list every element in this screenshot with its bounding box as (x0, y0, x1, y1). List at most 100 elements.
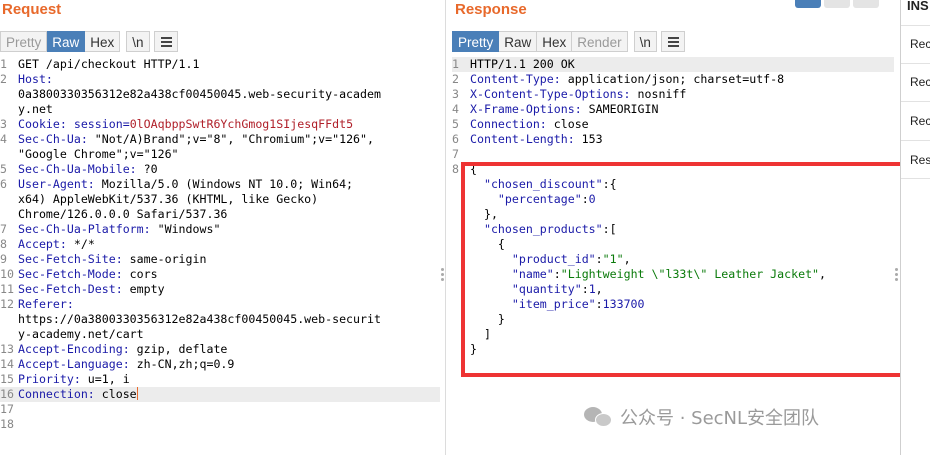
line-content: Referer: (18, 297, 74, 312)
code-line: 7 Sec-Ch-Ua-Platform: "Windows" (0, 222, 440, 237)
inspector-item[interactable]: Rec (910, 114, 930, 128)
code-line: 4 Sec-Ch-Ua: "Not/A)Brand";v="8", "Chromi… (0, 132, 440, 147)
line-content: HTTP/1.1 200 OK (470, 57, 575, 72)
header-name: Connection: (18, 387, 95, 401)
line-number: 2 (0, 72, 7, 86)
line-text: same-origin (122, 252, 207, 266)
line-text: cors (122, 267, 158, 281)
request-newline-toggle[interactable]: \n (126, 31, 150, 52)
menu-icon-bar (667, 41, 679, 43)
line-number: 5 (0, 162, 7, 176)
line-content: x64) AppleWebKit/537.36 (KHTML, like Gec… (18, 192, 318, 207)
header-name: Sec-Ch-Ua: (18, 132, 88, 146)
line-number: 1 (452, 57, 459, 71)
text-caret (136, 387, 138, 400)
line-text: 153 (574, 132, 603, 146)
line-content: https://0a3800330356312e82a438cf00450045… (18, 312, 381, 327)
code-line: 9 Sec-Fetch-Site: same-origin (0, 252, 440, 267)
code-line: y-academy.net/cart (0, 327, 440, 342)
line-content: Connection: close (470, 117, 589, 132)
header-name: User-Agent: (18, 177, 95, 191)
code-line: 5 Sec-Ch-Ua-Mobile: ?0 (0, 162, 440, 177)
response-menu-button[interactable] (660, 31, 685, 52)
watermark-text: 公众号 · SecNL安全团队 (620, 408, 820, 429)
divider (901, 178, 930, 179)
request-tab-hex[interactable]: Hex (85, 31, 121, 52)
divider (901, 25, 930, 26)
line-number: 14 (0, 357, 14, 371)
code-line: 10 Sec-Fetch-Mode: cors (0, 267, 440, 282)
request-resize-grip[interactable] (441, 268, 444, 283)
line-text: x64) AppleWebKit/537.36 (KHTML, like Gec… (18, 192, 319, 206)
code-line: 11 Sec-Fetch-Dest: empty (0, 282, 440, 297)
line-number: 13 (0, 342, 14, 356)
header-name: Sec-Fetch-Mode: (18, 267, 123, 281)
line-content: Sec-Ch-Ua-Mobile: ?0 (18, 162, 158, 177)
line-text: y-academy.net/cart (18, 327, 144, 341)
line-text: "Not/A)Brand";v="8", "Chromium";v="126", (87, 132, 374, 146)
header-name: X-Frame-Options: (470, 102, 582, 116)
response-toolbar: Pretty Raw Hex Render \n (452, 31, 685, 52)
line-content: X-Frame-Options: SAMEORIGIN (470, 102, 658, 117)
line-content: Sec-Fetch-Dest: empty (18, 282, 165, 297)
line-text: nosniff (630, 87, 687, 101)
header-name: Accept-Language: (18, 357, 130, 371)
line-number: 5 (452, 117, 459, 131)
line-content: y-academy.net/cart (18, 327, 144, 342)
line-text: */* (66, 237, 95, 251)
line-content: User-Agent: Mozilla/5.0 (Windows NT 10.0… (18, 177, 353, 192)
code-line: 6 User-Agent: Mozilla/5.0 (Windows NT 10.… (0, 177, 440, 192)
menu-icon-bar (160, 45, 172, 47)
line-text: Chrome/126.0.0.0 Safari/537.36 (18, 207, 228, 221)
code-line: 3 X-Content-Type-Options: nosniff (452, 87, 894, 102)
line-number: 4 (452, 102, 459, 116)
response-tab-pretty[interactable]: Pretty (452, 31, 500, 52)
layout-split-button[interactable] (795, 0, 821, 8)
response-tab-hex[interactable]: Hex (537, 31, 573, 52)
request-tab-raw[interactable]: Raw (47, 31, 86, 52)
menu-icon (160, 37, 172, 39)
response-newline-toggle[interactable]: \n (633, 31, 657, 52)
layout-horizontal-button[interactable] (824, 0, 850, 8)
line-content: Content-Length: 153 (470, 132, 603, 147)
line-content: Accept: */* (18, 237, 95, 252)
request-menu-button[interactable] (153, 31, 178, 52)
line-text: Mozilla/5.0 (Windows NT 10.0; Win64; (94, 177, 354, 191)
code-line: x64) AppleWebKit/537.36 (KHTML, like Gec… (0, 192, 440, 207)
header-name: Sec-Ch-Ua-Mobile: (18, 162, 137, 176)
header-name: Connection: (470, 117, 547, 131)
header-name: Sec-Fetch-Site: (18, 252, 123, 266)
line-text: https://0a3800330356312e82a438cf00450045… (18, 312, 381, 326)
menu-icon (667, 37, 679, 39)
code-line: 8 Accept: */* (0, 237, 440, 252)
line-number: 11 (0, 282, 14, 296)
line-text: gzip, deflate (129, 342, 228, 356)
line-content: Content-Type: application/json; charset=… (470, 72, 784, 87)
line-content: Priority: u=1, i (18, 372, 130, 387)
line-content: Cookie: session=0lOAqbppSwtR6YchGmog1SIj… (18, 117, 353, 132)
line-text: HTTP/1.1 200 OK (470, 57, 575, 71)
request-editor[interactable]: 1 GET /api/checkout HTTP/1.1 2 Host: 0a38003… (0, 57, 440, 432)
request-title: Request (2, 1, 62, 18)
code-line: 6 Content-Length: 153 (452, 132, 894, 147)
line-content: X-Content-Type-Options: nosniff (470, 87, 686, 102)
inspector-item[interactable]: Res (910, 153, 930, 167)
code-line: 7 (452, 147, 894, 162)
header-name: Content-Length: (470, 132, 575, 146)
inspector-item[interactable]: Rec (910, 75, 930, 89)
code-line: 14 Accept-Language: zh-CN,zh;q=0.9 (0, 357, 440, 372)
response-tab-render[interactable]: Render (572, 31, 628, 52)
code-line: 18 (0, 417, 440, 432)
line-content: Host: (18, 72, 53, 87)
request-tab-pretty[interactable]: Pretty (0, 31, 48, 52)
layout-vertical-button[interactable] (853, 0, 879, 8)
line-number: 3 (0, 117, 7, 131)
code-line: 5 Connection: close (452, 117, 894, 132)
inspector-item[interactable]: Rec (910, 37, 930, 51)
line-content: Sec-Ch-Ua-Platform: "Windows" (18, 222, 220, 237)
line-text: SAMEORIGIN (581, 102, 659, 116)
code-line: 4 X-Frame-Options: SAMEORIGIN (452, 102, 894, 117)
response-title: Response (455, 1, 527, 18)
pane-divider[interactable] (445, 0, 446, 455)
response-tab-raw[interactable]: Raw (499, 31, 538, 52)
